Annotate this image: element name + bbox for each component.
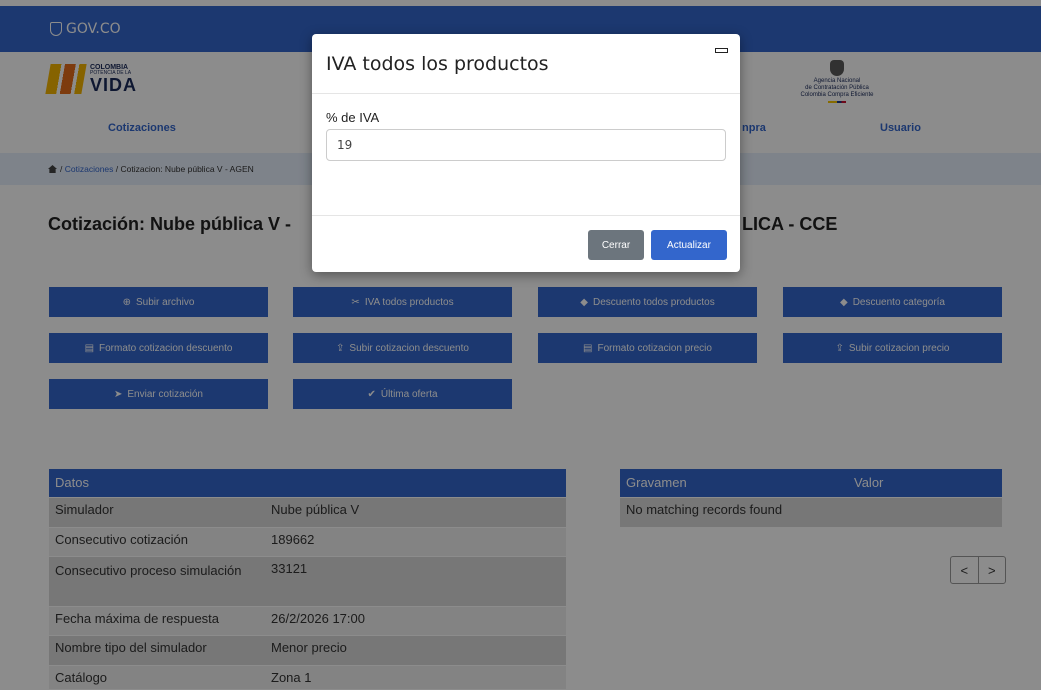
modal-title: IVA todos los productos <box>326 53 549 75</box>
close-button[interactable]: Cerrar <box>588 230 644 260</box>
modal-footer: Cerrar Actualizar <box>312 215 740 272</box>
modal-body: % de IVA 19 <box>312 94 740 214</box>
minimize-icon[interactable] <box>715 48 728 53</box>
modal-header: IVA todos los productos <box>312 34 740 94</box>
update-button[interactable]: Actualizar <box>651 230 727 260</box>
iva-field-label: % de IVA <box>326 110 380 125</box>
iva-modal: IVA todos los productos % de IVA 19 Cerr… <box>312 34 740 272</box>
iva-input[interactable]: 19 <box>326 129 726 161</box>
